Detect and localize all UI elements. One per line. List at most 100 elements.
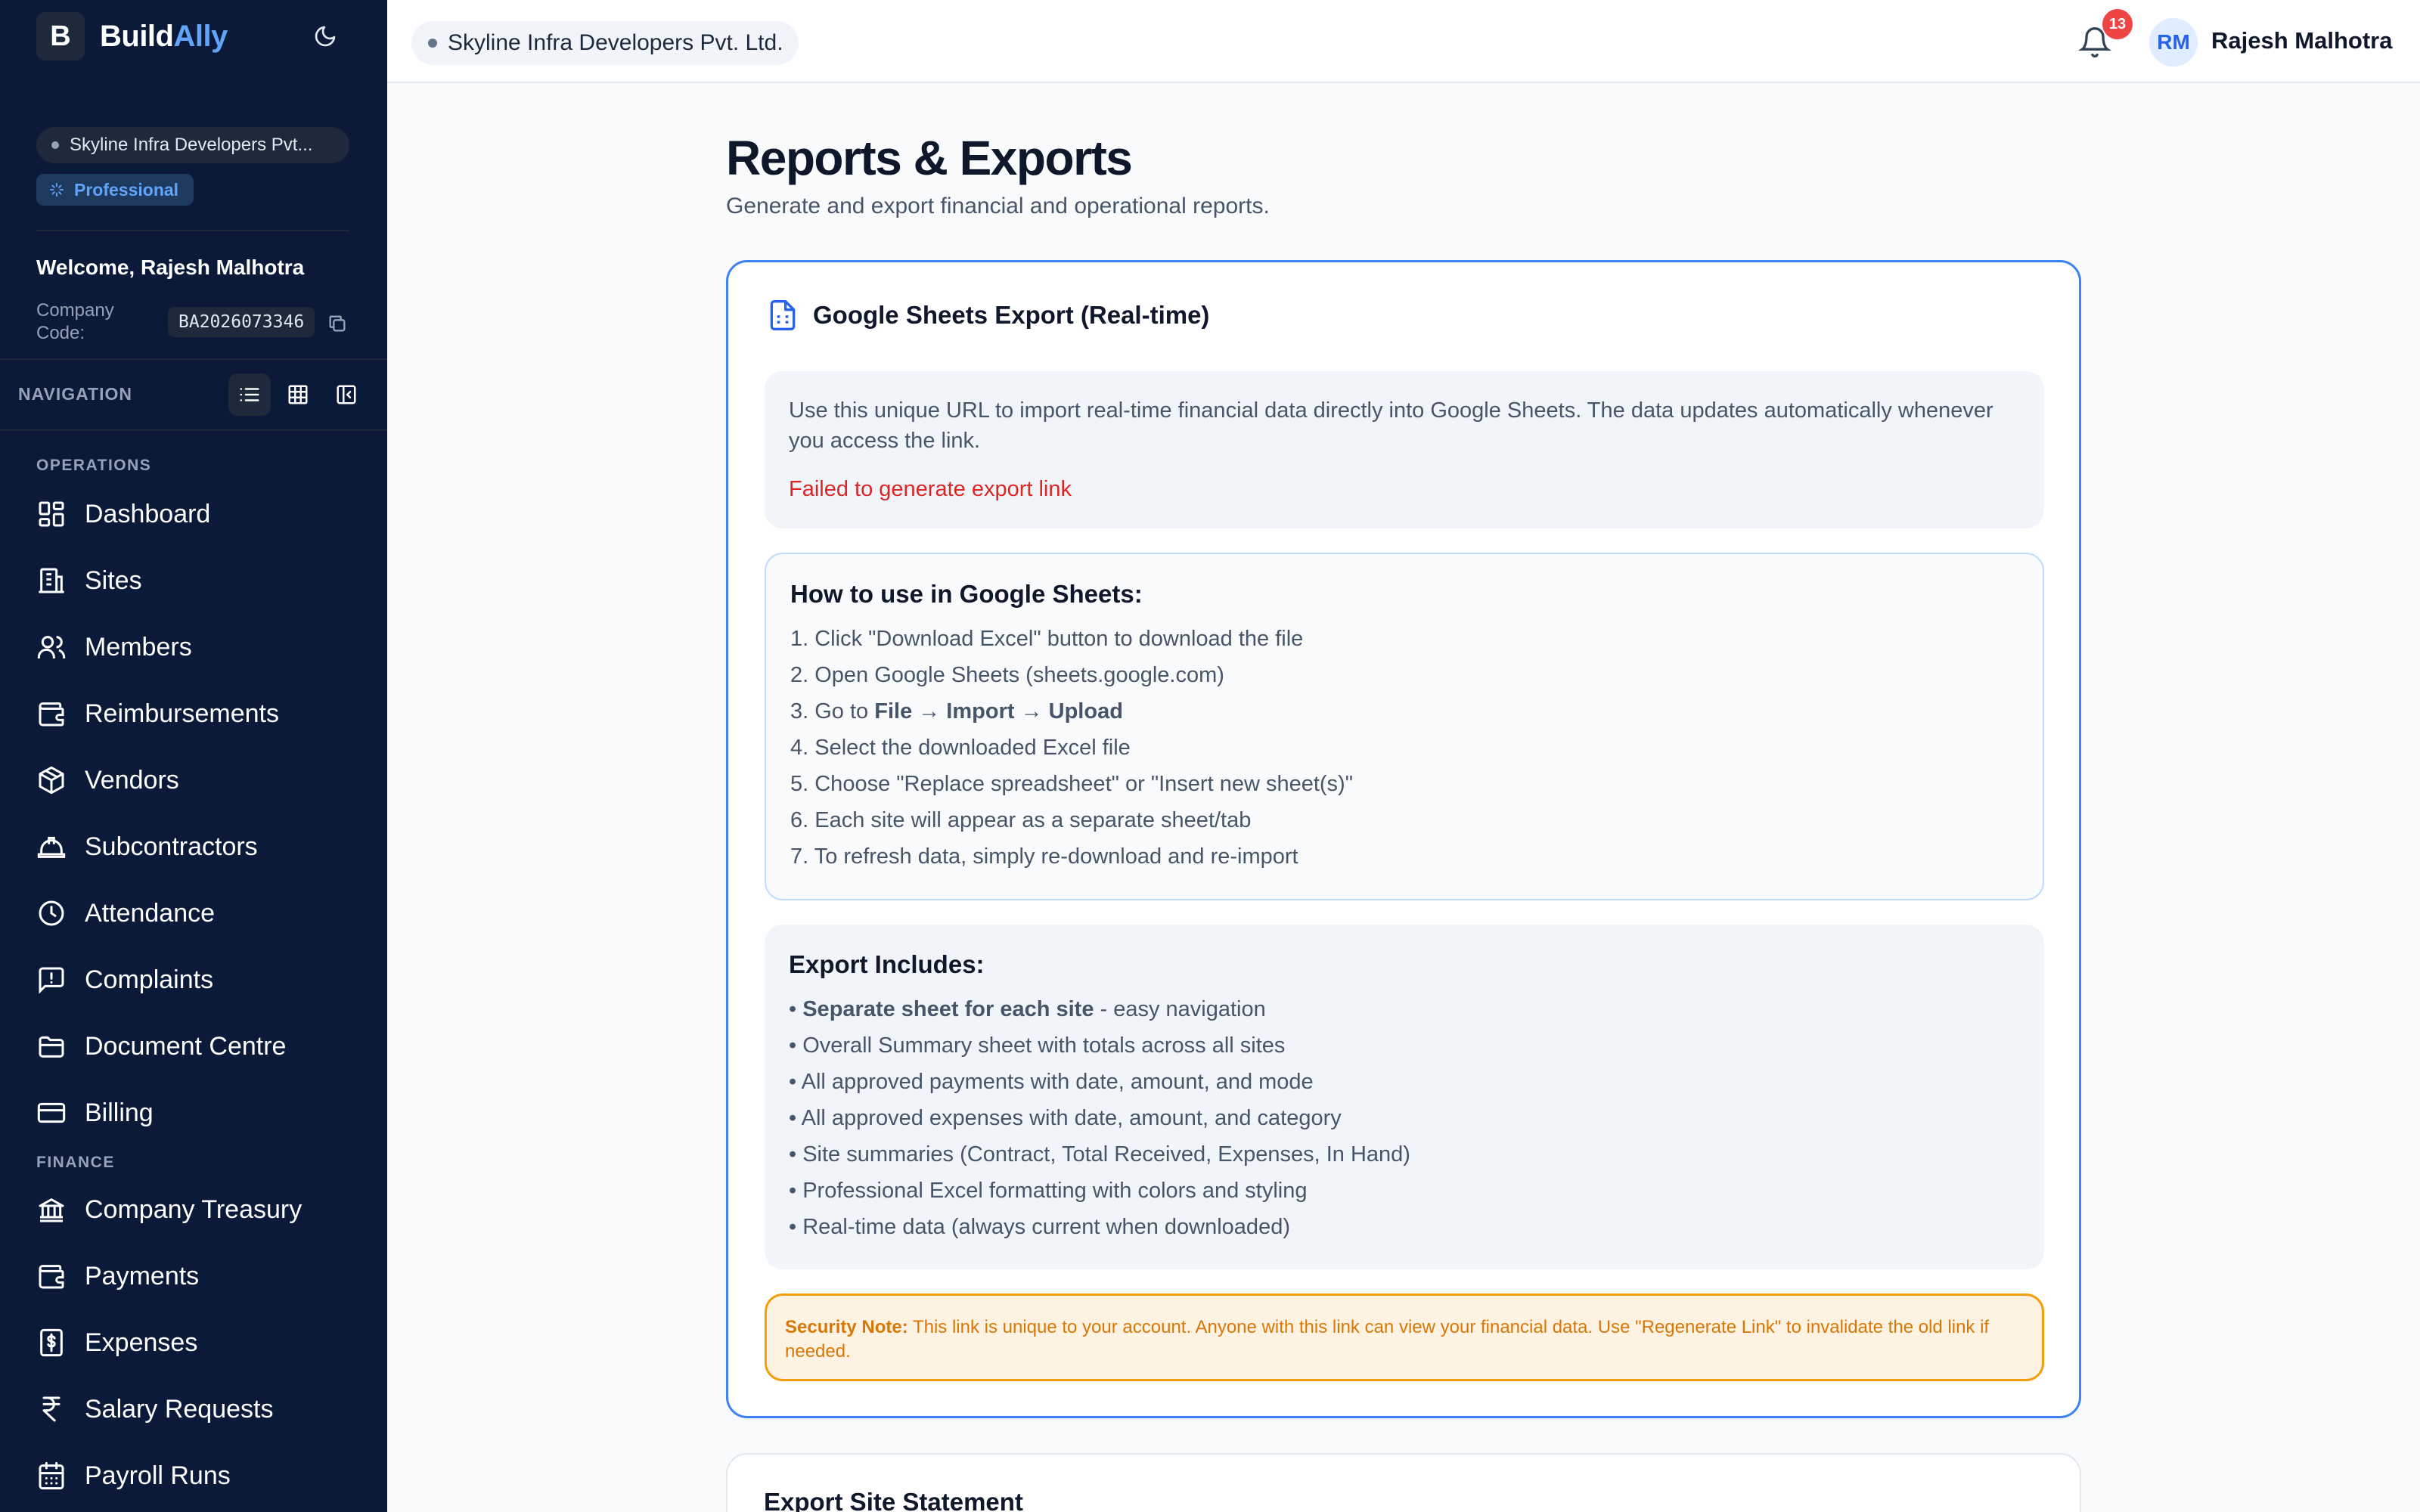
sidebar-item-payments[interactable]: Payments	[36, 1252, 199, 1300]
list-icon	[240, 388, 259, 401]
copy-code-button[interactable]	[327, 313, 348, 338]
panel-collapse-icon	[337, 385, 356, 404]
list-view-button[interactable]	[228, 373, 271, 416]
org-switcher[interactable]: Skyline Infra Developers Pvt. Ltd.	[411, 21, 799, 65]
card-title: Export Site Statement	[764, 1488, 1023, 1512]
sidebar-item-label: Members	[85, 632, 192, 662]
welcome-text: Welcome, Rajesh Malhotra	[36, 256, 305, 279]
calendar-icon	[39, 1461, 64, 1490]
sidebar-item-label: Payroll Runs	[85, 1461, 231, 1490]
section-heading-finance: FINANCE	[36, 1154, 115, 1171]
dashboard-icon	[39, 501, 64, 527]
how-to-step: 1. Click "Download Excel" button to down…	[790, 627, 1304, 651]
sidebar-item-label: Dashboard	[85, 499, 211, 528]
top-bar: Skyline Infra Developers Pvt. Ltd. 13 RM…	[387, 0, 2420, 83]
sidebar-item-label: Salary Requests	[85, 1394, 274, 1424]
list-item: • All approved payments with date, amoun…	[789, 1070, 1314, 1094]
page-subtitle: Generate and export financial and operat…	[726, 194, 1270, 218]
page-title: Reports & Exports	[726, 131, 1133, 185]
list-item-suffix: - easy navigation	[1094, 997, 1266, 1021]
list-item: • Site summaries (Contract, Total Receiv…	[789, 1142, 1410, 1167]
sidebar-item-payroll-runs[interactable]: Payroll Runs	[36, 1452, 231, 1500]
how-to-box: How to use in Google Sheets: 1. Click "D…	[765, 553, 2044, 900]
brand[interactable]: B BuildAlly	[36, 12, 228, 60]
box-icon	[39, 766, 64, 795]
sidebar-item-billing[interactable]: Billing	[36, 1089, 154, 1137]
sparkle-icon	[49, 182, 64, 197]
sidebar-item-label: Company Treasury	[85, 1194, 302, 1224]
export-url-description: Use this unique URL to import real-time …	[789, 398, 1993, 453]
how-to-step: 3. Go to File → Import → Upload	[790, 693, 2018, 730]
navigation-label: NAVIGATION	[18, 384, 132, 404]
sidebar-item-members[interactable]: Members	[36, 623, 192, 671]
credit-card-icon	[37, 1102, 66, 1123]
sidebar-item-complaints[interactable]: Complaints	[36, 956, 213, 1004]
list-item: • Professional Excel formatting with col…	[789, 1179, 1308, 1203]
sidebar-item-label: Attendance	[85, 898, 216, 928]
sidebar-item-label: Subcontractors	[85, 832, 258, 861]
security-note: Security Note: This link is unique to yo…	[765, 1294, 2044, 1381]
org-name: Skyline Infra Developers Pvt...	[70, 135, 313, 155]
bank-icon	[39, 1198, 64, 1222]
card-title: Google Sheets Export (Real-time)	[813, 301, 1210, 329]
navigation-header: NAVIGATION	[0, 358, 387, 431]
how-to-step: 2. Open Google Sheets (sheets.google.com…	[790, 663, 1224, 687]
notification-count-badge: 13	[2102, 9, 2133, 39]
list-item-bold: Separate sheet for each site	[802, 997, 1094, 1021]
sidebar-item-label: Document Centre	[85, 1031, 287, 1061]
sidebar-item-sites[interactable]: Sites	[36, 556, 142, 605]
hardhat-icon	[37, 836, 66, 858]
spreadsheet-file-icon	[770, 300, 796, 330]
message-alert-icon	[39, 967, 64, 994]
export-includes-title: Export Includes:	[789, 950, 985, 978]
grid-view-button[interactable]	[277, 373, 319, 416]
sidebar-item-label: Complaints	[85, 965, 214, 994]
sidebar-item-attendance[interactable]: Attendance	[36, 889, 215, 937]
export-url-box: Use this unique URL to import real-time …	[765, 371, 2044, 528]
company-code-value: BA2026073346	[168, 307, 315, 337]
grid-icon	[288, 385, 308, 404]
copy-icon	[329, 315, 346, 332]
sidebar-item-label: Sites	[85, 565, 142, 595]
sidebar-item-subcontractors[interactable]: Subcontractors	[36, 823, 258, 871]
wallet-icon	[39, 1265, 64, 1289]
org-status-dot	[428, 39, 437, 48]
sidebar-item-salary-requests[interactable]: Salary Requests	[36, 1385, 273, 1433]
export-includes-box: Export Includes: • Separate sheet for ea…	[765, 925, 2044, 1269]
org-status-dot	[51, 141, 59, 149]
google-sheets-export-card: Google Sheets Export (Real-time) Use thi…	[726, 260, 2081, 1418]
user-name[interactable]: Rajesh Malhotra	[2211, 27, 2392, 54]
sidebar-item-vendors[interactable]: Vendors	[36, 756, 179, 804]
section-heading-operations: OPERATIONS	[36, 457, 152, 474]
brand-name-part1: Build	[100, 19, 174, 53]
sidebar-divider	[36, 230, 349, 231]
sidebar-item-company-treasury[interactable]: Company Treasury	[36, 1185, 302, 1234]
org-selector[interactable]: Skyline Infra Developers Pvt...	[36, 127, 349, 163]
sidebar-item-dashboard[interactable]: Dashboard	[36, 490, 210, 538]
users-icon	[37, 636, 66, 658]
plan-badge: Professional	[36, 174, 194, 206]
company-code-label: Company Code:	[36, 300, 114, 343]
how-to-step: 4. Select the downloaded Excel file	[790, 736, 1131, 760]
how-to-title: How to use in Google Sheets:	[790, 580, 1143, 608]
error-message: Failed to generate export link	[789, 477, 1072, 501]
clock-icon	[39, 900, 64, 926]
list-item: • Real-time data (always current when do…	[789, 1215, 1290, 1239]
list-item: • Overall Summary sheet with totals acro…	[789, 1033, 1286, 1058]
sidebar-item-label: Billing	[85, 1098, 154, 1127]
sidebar-item-expenses[interactable]: Expenses	[36, 1318, 197, 1367]
sidebar-item-document-centre[interactable]: Document Centre	[36, 1022, 286, 1070]
how-to-step: 6. Each site will appear as a separate s…	[790, 808, 1252, 832]
building-icon	[39, 568, 64, 593]
collapse-sidebar-button[interactable]	[325, 373, 368, 416]
rupee-icon	[42, 1396, 60, 1422]
avatar[interactable]: RM	[2149, 18, 2198, 67]
org-name: Skyline Infra Developers Pvt. Ltd.	[448, 30, 783, 55]
export-includes-list: • Separate sheet for each site - easy na…	[789, 991, 2020, 1245]
sidebar-item-label: Vendors	[85, 765, 179, 795]
sidebar-item-reimbursements[interactable]: Reimbursements	[36, 689, 279, 738]
how-to-step-prefix: 3. Go to	[790, 699, 875, 723]
theme-toggle-button[interactable]	[310, 21, 340, 51]
sidebar-item-label: Expenses	[85, 1328, 198, 1357]
sidebar: B BuildAlly Skyline Infra Developers Pvt…	[0, 0, 387, 1512]
